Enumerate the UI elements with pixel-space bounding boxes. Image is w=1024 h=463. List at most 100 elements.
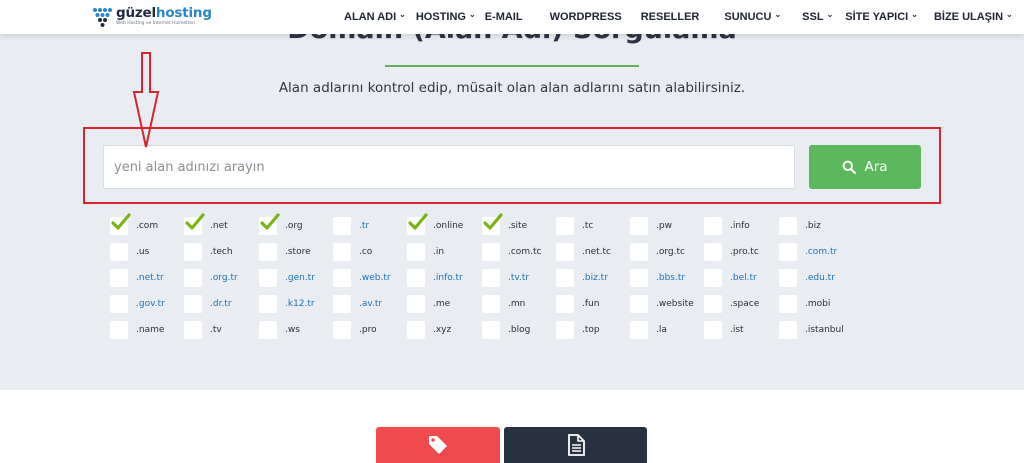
tld-checkbox[interactable]: .org.tr xyxy=(184,269,258,289)
checkbox-box[interactable] xyxy=(704,243,722,261)
tld-checkbox[interactable]: .org xyxy=(259,213,333,237)
tld-checkbox[interactable]: .site xyxy=(482,213,556,237)
checkbox-box[interactable] xyxy=(779,217,797,235)
tld-checkbox[interactable]: .bbs.tr xyxy=(630,269,704,289)
tld-checkbox[interactable]: .name xyxy=(110,321,184,341)
details-tab[interactable] xyxy=(504,427,647,463)
checkbox-box[interactable] xyxy=(184,269,202,287)
tld-checkbox[interactable]: .mobi xyxy=(779,295,853,315)
checkbox-box[interactable] xyxy=(333,321,351,339)
checkbox-box[interactable] xyxy=(779,269,797,287)
checkbox-box[interactable] xyxy=(184,295,202,313)
checkbox-box[interactable] xyxy=(704,321,722,339)
checkbox-box[interactable] xyxy=(407,321,425,339)
tld-checkbox[interactable]: .biz xyxy=(779,217,853,237)
tld-checkbox[interactable]: .k12.tr xyxy=(259,295,333,315)
checkbox-box[interactable] xyxy=(259,321,277,339)
nav-item-0[interactable]: ALAN ADI ⌄ xyxy=(344,10,406,24)
tld-checkbox[interactable]: .website xyxy=(630,295,704,315)
checkbox-box[interactable] xyxy=(779,321,797,339)
checkbox-box[interactable] xyxy=(407,243,425,261)
checkbox-box[interactable] xyxy=(556,217,574,235)
tld-checkbox[interactable]: .tech xyxy=(184,243,258,263)
checkbox-box[interactable] xyxy=(482,269,500,287)
tld-checkbox[interactable]: .av.tr xyxy=(333,295,407,315)
tld-checkbox[interactable]: .tc xyxy=(556,217,630,237)
tld-checkbox[interactable]: .blog xyxy=(482,321,556,341)
brand-logo[interactable]: güzelhosting Web Hosting ve İnternet Hiz… xyxy=(92,4,212,30)
pricing-tab[interactable] xyxy=(376,427,500,463)
tld-checkbox[interactable]: .net.tc xyxy=(556,243,630,263)
tld-checkbox[interactable]: .me xyxy=(407,295,481,315)
tld-checkbox[interactable]: .us xyxy=(110,243,184,263)
tld-checkbox[interactable]: .gov.tr xyxy=(110,295,184,315)
tld-checkbox[interactable]: .web.tr xyxy=(333,269,407,289)
tld-checkbox[interactable]: .ist xyxy=(704,321,778,341)
tld-checkbox[interactable]: .net.tr xyxy=(110,269,184,289)
tld-checkbox[interactable]: .online xyxy=(407,213,481,237)
tld-checkbox[interactable]: .dr.tr xyxy=(184,295,258,315)
checkbox-box[interactable] xyxy=(184,243,202,261)
checkbox-box[interactable] xyxy=(259,295,277,313)
checkbox-box[interactable] xyxy=(333,269,351,287)
checkbox-box[interactable] xyxy=(779,243,797,261)
checkbox-box[interactable] xyxy=(482,321,500,339)
checkbox-box[interactable] xyxy=(333,243,351,261)
checkbox-box[interactable] xyxy=(259,269,277,287)
nav-item-6[interactable]: SSL ⌄ xyxy=(802,10,833,24)
checkbox-box[interactable] xyxy=(704,269,722,287)
checkbox-box[interactable] xyxy=(259,243,277,261)
tld-checkbox[interactable]: .com xyxy=(110,213,184,237)
tld-checkbox[interactable]: .mn xyxy=(482,295,556,315)
tld-checkbox[interactable]: .space xyxy=(704,295,778,315)
checkbox-box[interactable] xyxy=(110,321,128,339)
checkbox-box[interactable] xyxy=(110,243,128,261)
tld-checkbox[interactable]: .bel.tr xyxy=(704,269,778,289)
nav-item-4[interactable]: RESELLER xyxy=(641,11,700,23)
tld-checkbox[interactable]: .ws xyxy=(259,321,333,341)
checkbox-box[interactable] xyxy=(333,295,351,313)
checkbox-box[interactable] xyxy=(184,321,202,339)
checkbox-box[interactable] xyxy=(630,269,648,287)
tld-checkbox[interactable]: .pro.tc xyxy=(704,243,778,263)
tld-checkbox[interactable]: .info xyxy=(704,217,778,237)
tld-checkbox[interactable]: .tv xyxy=(184,321,258,341)
checkbox-box[interactable] xyxy=(110,295,128,313)
nav-item-1[interactable]: HOSTING ⌄ xyxy=(416,10,476,24)
tld-checkbox[interactable]: .tv.tr xyxy=(482,269,556,289)
tld-checkbox[interactable]: .com.tc xyxy=(482,243,556,263)
tld-checkbox[interactable]: .co xyxy=(333,243,407,263)
checkbox-box[interactable] xyxy=(704,217,722,235)
checkbox-box[interactable] xyxy=(630,295,648,313)
tld-checkbox[interactable]: .tr xyxy=(333,217,407,237)
nav-item-2[interactable]: E-MAIL xyxy=(485,11,523,23)
checkbox-box[interactable] xyxy=(333,217,351,235)
tld-checkbox[interactable]: .biz.tr xyxy=(556,269,630,289)
tld-checkbox[interactable]: .info.tr xyxy=(407,269,481,289)
checkbox-box[interactable] xyxy=(630,243,648,261)
tld-checkbox[interactable]: .istanbul xyxy=(779,321,853,341)
tld-checkbox[interactable]: .pw xyxy=(630,217,704,237)
tld-checkbox[interactable]: .in xyxy=(407,243,481,263)
tld-checkbox[interactable]: .xyz xyxy=(407,321,481,341)
checkbox-box[interactable] xyxy=(556,295,574,313)
tld-checkbox[interactable]: .gen.tr xyxy=(259,269,333,289)
checkbox-box[interactable] xyxy=(556,243,574,261)
tld-checkbox[interactable]: .pro xyxy=(333,321,407,341)
nav-item-7[interactable]: SİTE YAPICI ⌄ xyxy=(845,10,918,24)
checkbox-box[interactable] xyxy=(630,321,648,339)
tld-checkbox[interactable]: .top xyxy=(556,321,630,341)
checkbox-box[interactable] xyxy=(482,295,500,313)
checkbox-box[interactable] xyxy=(630,217,648,235)
checkbox-box[interactable] xyxy=(482,243,500,261)
nav-item-8[interactable]: BİZE ULAŞIN ⌄ xyxy=(934,10,1013,24)
nav-item-5[interactable]: SUNUCU ⌄ xyxy=(724,10,781,24)
checkbox-box[interactable] xyxy=(556,321,574,339)
checkbox-box[interactable] xyxy=(556,269,574,287)
tld-checkbox[interactable]: .com.tr xyxy=(779,243,853,263)
tld-checkbox[interactable]: .la xyxy=(630,321,704,341)
nav-item-3[interactable]: WORDPRESS xyxy=(550,11,622,23)
checkbox-box[interactable] xyxy=(407,295,425,313)
checkbox-box[interactable] xyxy=(407,269,425,287)
checkbox-box[interactable] xyxy=(704,295,722,313)
